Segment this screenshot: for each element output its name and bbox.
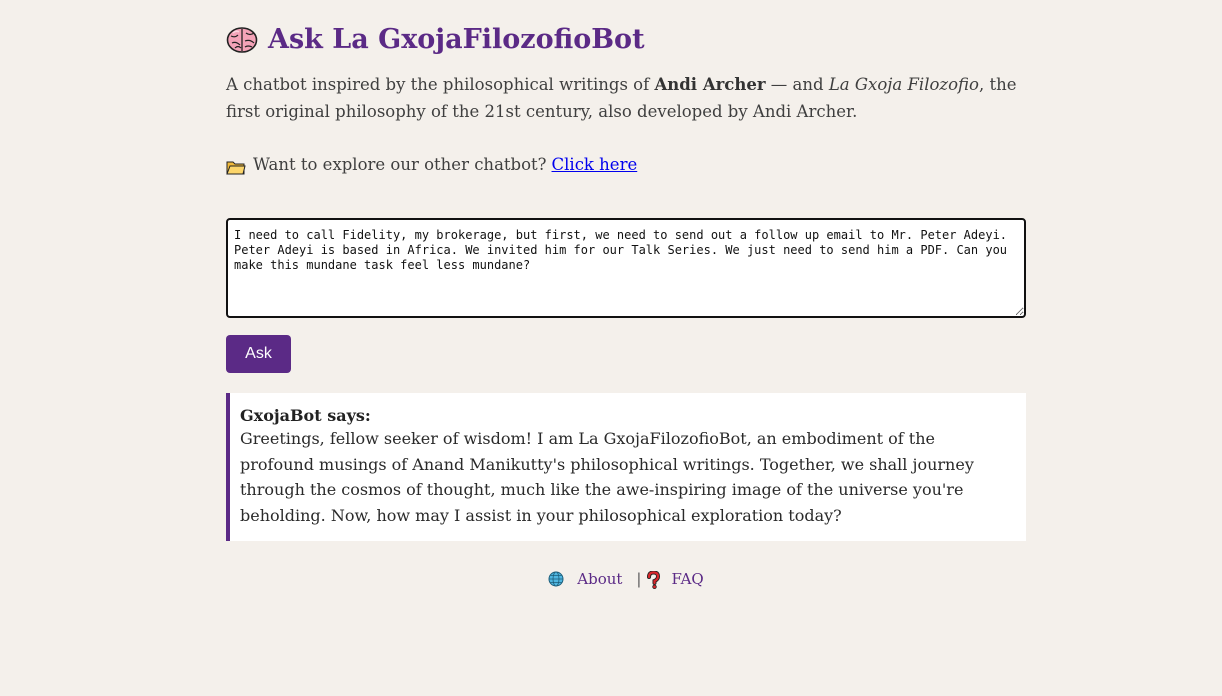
answer-text: Greetings, fellow seeker of wisdom! I am…: [240, 429, 974, 525]
answer-heading: GxojaBot says:: [240, 406, 371, 425]
faq-link[interactable]: FAQ: [671, 570, 703, 588]
intro-middle: — and: [765, 75, 829, 94]
folder-icon: [226, 157, 246, 174]
question-input[interactable]: I need to call Fidelity, my brokerage, b…: [226, 218, 1026, 318]
page-title: Ask La GxojaFilozofioBot: [226, 24, 645, 55]
footer: About | FAQ: [226, 570, 1026, 589]
intro-author: Andi Archer: [654, 75, 766, 94]
page-title-text: Ask La GxojaFilozofioBot: [268, 24, 645, 55]
about-link[interactable]: About: [577, 570, 622, 588]
explore-text: Want to explore our other chatbot?: [253, 155, 547, 174]
ask-button[interactable]: Ask: [226, 335, 291, 373]
intro-paragraph: A chatbot inspired by the philosophical …: [226, 71, 1026, 125]
answer-box: GxojaBot says: Greetings, fellow seeker …: [226, 393, 1026, 541]
intro-philosophy: La Gxoja Filozofio: [828, 75, 979, 94]
brain-icon: [226, 26, 258, 54]
intro-prefix: A chatbot inspired by the philosophical …: [226, 75, 655, 94]
question-mark-icon: [645, 570, 661, 589]
explore-line: Want to explore our other chatbot? Click…: [226, 151, 637, 178]
globe-icon: [548, 571, 564, 587]
other-chatbot-link[interactable]: Click here: [552, 151, 638, 178]
footer-separator: |: [636, 570, 642, 588]
